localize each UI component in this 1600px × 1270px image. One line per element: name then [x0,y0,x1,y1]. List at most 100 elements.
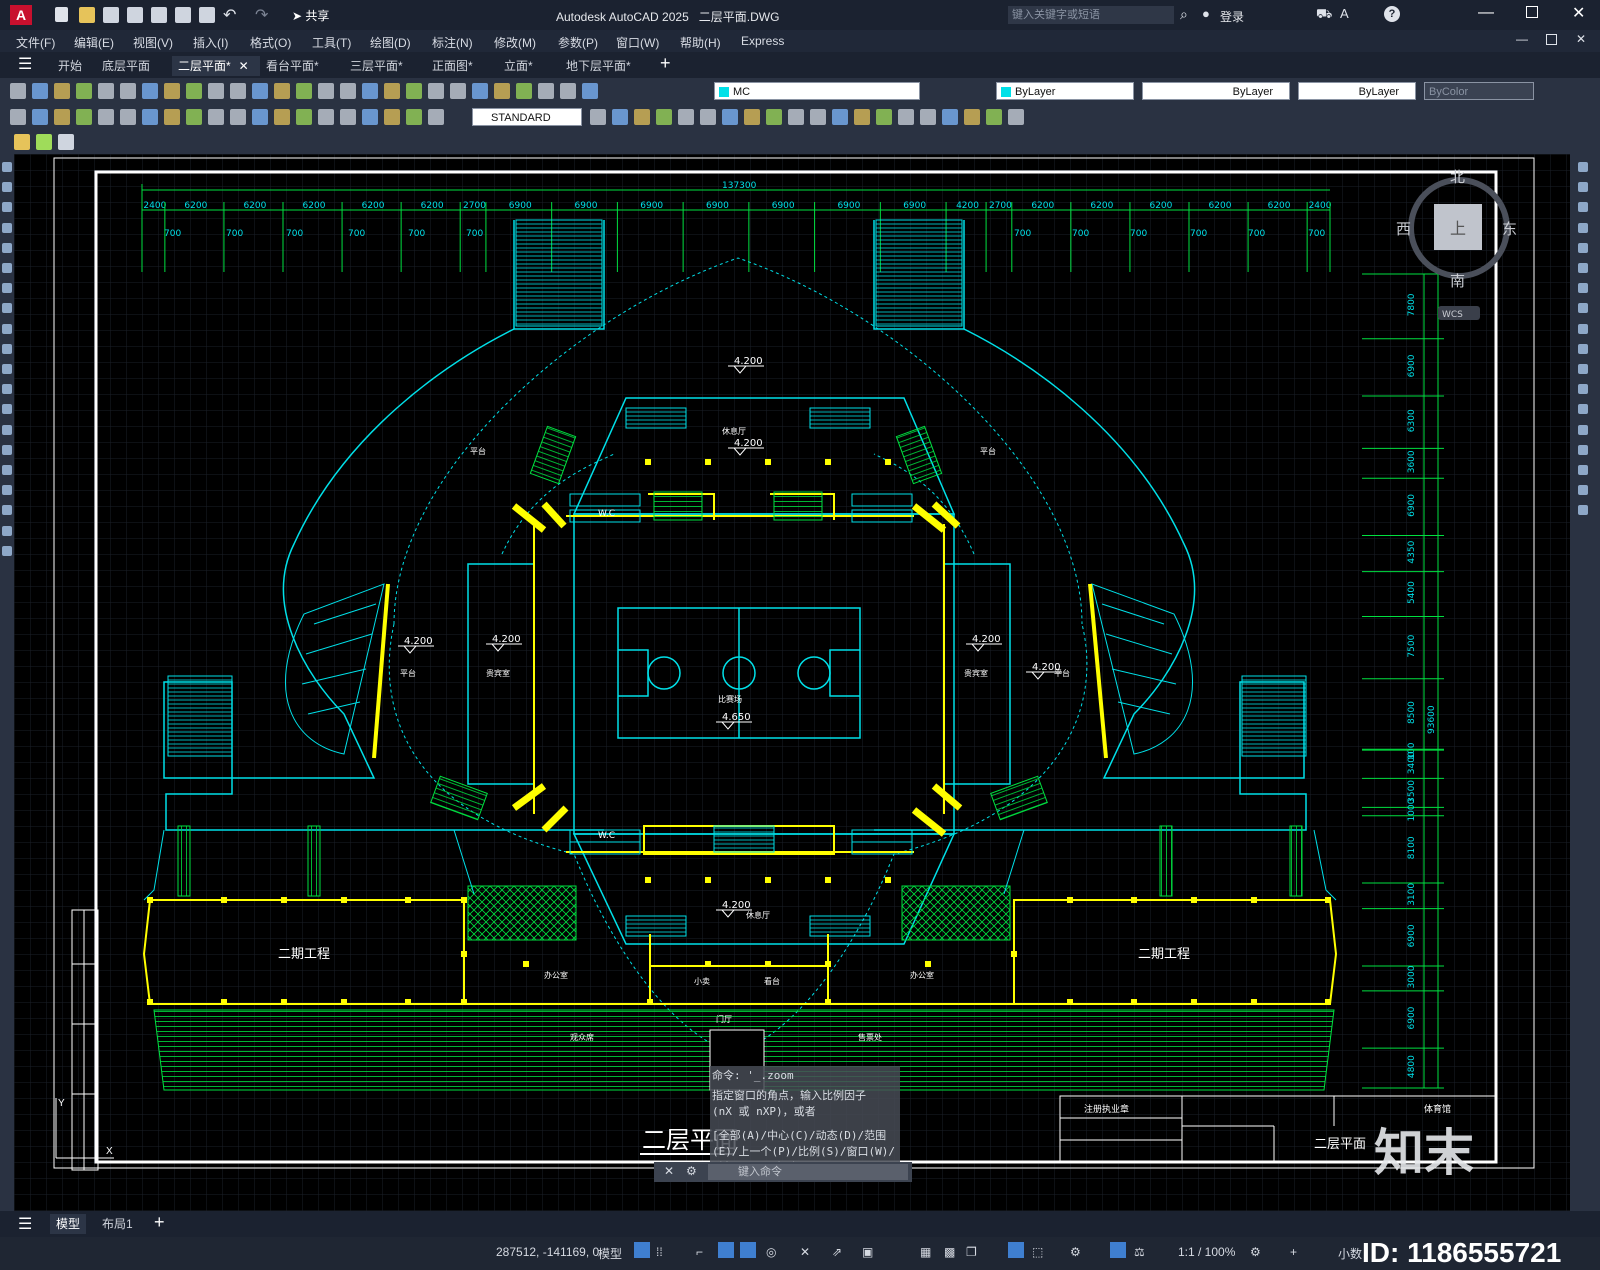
menu-draw[interactable]: 绘图(D) [370,34,411,51]
draw-tool-icon[interactable] [428,109,444,125]
left-draw-tool-icon[interactable] [2,384,12,395]
standard-tool-icon[interactable] [142,83,158,99]
3dosnap-icon[interactable]: ▦ [920,1245,931,1259]
standard-tool-icon[interactable] [296,83,312,99]
help-icon[interactable]: ? [1384,6,1400,22]
new-icon[interactable] [55,7,68,22]
menu-file[interactable]: 文件(F) [16,34,55,51]
draw-tool-icon[interactable] [32,109,48,125]
snap-icon[interactable]: ⁞⁞ [656,1245,663,1259]
lineweight-icon[interactable]: ✕ [800,1245,810,1259]
draw-tool-icon[interactable] [208,109,224,125]
user-icon[interactable]: ● [1202,6,1210,21]
units-dropdown[interactable]: 小数 [1338,1245,1362,1262]
standard-tool-icon[interactable] [516,83,532,99]
doc-restore-icon[interactable] [1546,34,1557,45]
left-draw-tool-icon[interactable] [2,303,12,314]
tab-stand-floor[interactable]: 看台平面* [260,56,325,76]
draw-tool-icon[interactable] [252,109,268,125]
search-icon[interactable]: ⌕ [1180,6,1188,23]
layer-dropdown[interactable]: MC [714,82,920,100]
modify-tool-icon[interactable] [590,109,606,125]
tab-second-floor[interactable]: 二层平面* ✕ [172,56,260,76]
menu-tools[interactable]: 工具(T) [312,34,351,51]
osnap-icon[interactable] [740,1242,756,1258]
command-input[interactable]: 键入命令 [708,1164,908,1180]
menu-view[interactable]: 视图(V) [133,34,173,51]
saveas-icon[interactable] [127,7,143,23]
left-draw-tool-icon[interactable] [2,323,12,334]
dynamic-ucs-icon[interactable]: ▩ [944,1245,955,1259]
plot-icon[interactable] [175,7,191,23]
left-draw-tool-icon[interactable] [2,465,12,475]
standard-tool-icon[interactable] [340,83,356,99]
autocad-logo-icon[interactable]: A [10,5,32,25]
viewcube-west[interactable]: 西 [1396,220,1411,238]
left-draw-tool-icon[interactable] [2,202,12,213]
modify-tool-icon[interactable] [964,109,980,125]
draw-tool-icon[interactable] [98,109,114,125]
draw-tool-icon[interactable] [384,109,400,125]
annotation-scale-icon[interactable]: ⚖ [1134,1245,1145,1259]
textstyle-dropdown[interactable]: STANDARD [472,108,582,126]
standard-tool-icon[interactable] [274,83,290,99]
layer-walk-icon[interactable] [58,134,74,150]
modify-tool-icon[interactable] [766,109,782,125]
standard-tool-icon[interactable] [54,83,70,99]
standard-tool-icon[interactable] [230,83,246,99]
standard-tool-icon[interactable] [252,83,268,99]
left-draw-tool-icon[interactable] [2,343,12,354]
modify-tool-icon[interactable] [898,109,914,125]
left-draw-tool-icon[interactable] [2,182,12,193]
annotation-visibility-icon[interactable] [1110,1242,1126,1258]
doc-close-icon[interactable]: ✕ [1576,32,1586,46]
modify-tool-icon[interactable] [744,109,760,125]
tab-layout1[interactable]: 布局1 [96,1214,139,1234]
publish-icon[interactable] [151,7,167,23]
left-draw-tool-icon[interactable] [2,444,12,455]
annotation-scale[interactable]: 1:1 / 100% [1178,1245,1235,1259]
menu-express[interactable]: Express [741,34,784,48]
drawing-canvas[interactable]: 137300 2400 6200 6200 6200 6200 6200 2700 6900 69… [14,154,1570,1211]
layer-state-icon[interactable] [36,134,52,150]
maximize-icon[interactable] [1526,6,1538,18]
right-modify-tool-icon[interactable] [1578,404,1588,415]
modify-tool-icon[interactable] [700,109,716,125]
modify-tool-icon[interactable] [788,109,804,125]
tab-ground-floor[interactable]: 底层平面 [96,56,156,76]
draw-tool-icon[interactable] [76,109,92,125]
right-modify-tool-icon[interactable] [1578,465,1588,475]
tab-front-elevation[interactable]: 正面图* [426,56,479,76]
quick-properties-icon[interactable]: ⬚ [1032,1245,1043,1259]
standard-tool-icon[interactable] [10,83,26,99]
left-draw-tool-icon[interactable] [2,162,12,172]
left-draw-tool-icon[interactable] [2,404,12,415]
right-modify-tool-icon[interactable] [1578,263,1588,273]
draw-tool-icon[interactable] [10,109,26,125]
doc-minimize-icon[interactable]: — [1516,32,1528,46]
login-link[interactable]: 登录 [1220,8,1244,25]
viewcube-south[interactable]: 南 [1450,272,1465,290]
right-modify-tool-icon[interactable] [1578,222,1588,233]
viewcube-north[interactable]: 北 [1450,168,1465,186]
color-dropdown[interactable]: ByLayer [996,82,1134,100]
tab-elevation[interactable]: 立面* [498,56,539,76]
hamburger-menu-icon[interactable]: ☰ [18,54,32,74]
tab-model[interactable]: 模型 [50,1214,87,1234]
modify-tool-icon[interactable] [876,109,892,125]
modify-tool-icon[interactable] [678,109,694,125]
add-layout-icon[interactable]: + [154,1212,165,1233]
menu-insert[interactable]: 插入(I) [193,34,228,51]
autodesk-account-icon[interactable]: A [1340,6,1349,21]
modify-tool-icon[interactable] [810,109,826,125]
draw-tool-icon[interactable] [164,109,180,125]
right-modify-tool-icon[interactable] [1578,283,1588,294]
modify-tool-icon[interactable] [722,109,738,125]
draw-tool-icon[interactable] [406,109,422,125]
command-settings-icon[interactable]: ⚙ [686,1164,697,1178]
menu-dimension[interactable]: 标注(N) [432,34,473,51]
modify-tool-icon[interactable] [1008,109,1024,125]
workspace-icon[interactable]: ⚙ [1250,1245,1261,1259]
save-icon[interactable] [103,7,119,23]
linetype-dropdown[interactable]: ByLayer [1142,82,1290,100]
